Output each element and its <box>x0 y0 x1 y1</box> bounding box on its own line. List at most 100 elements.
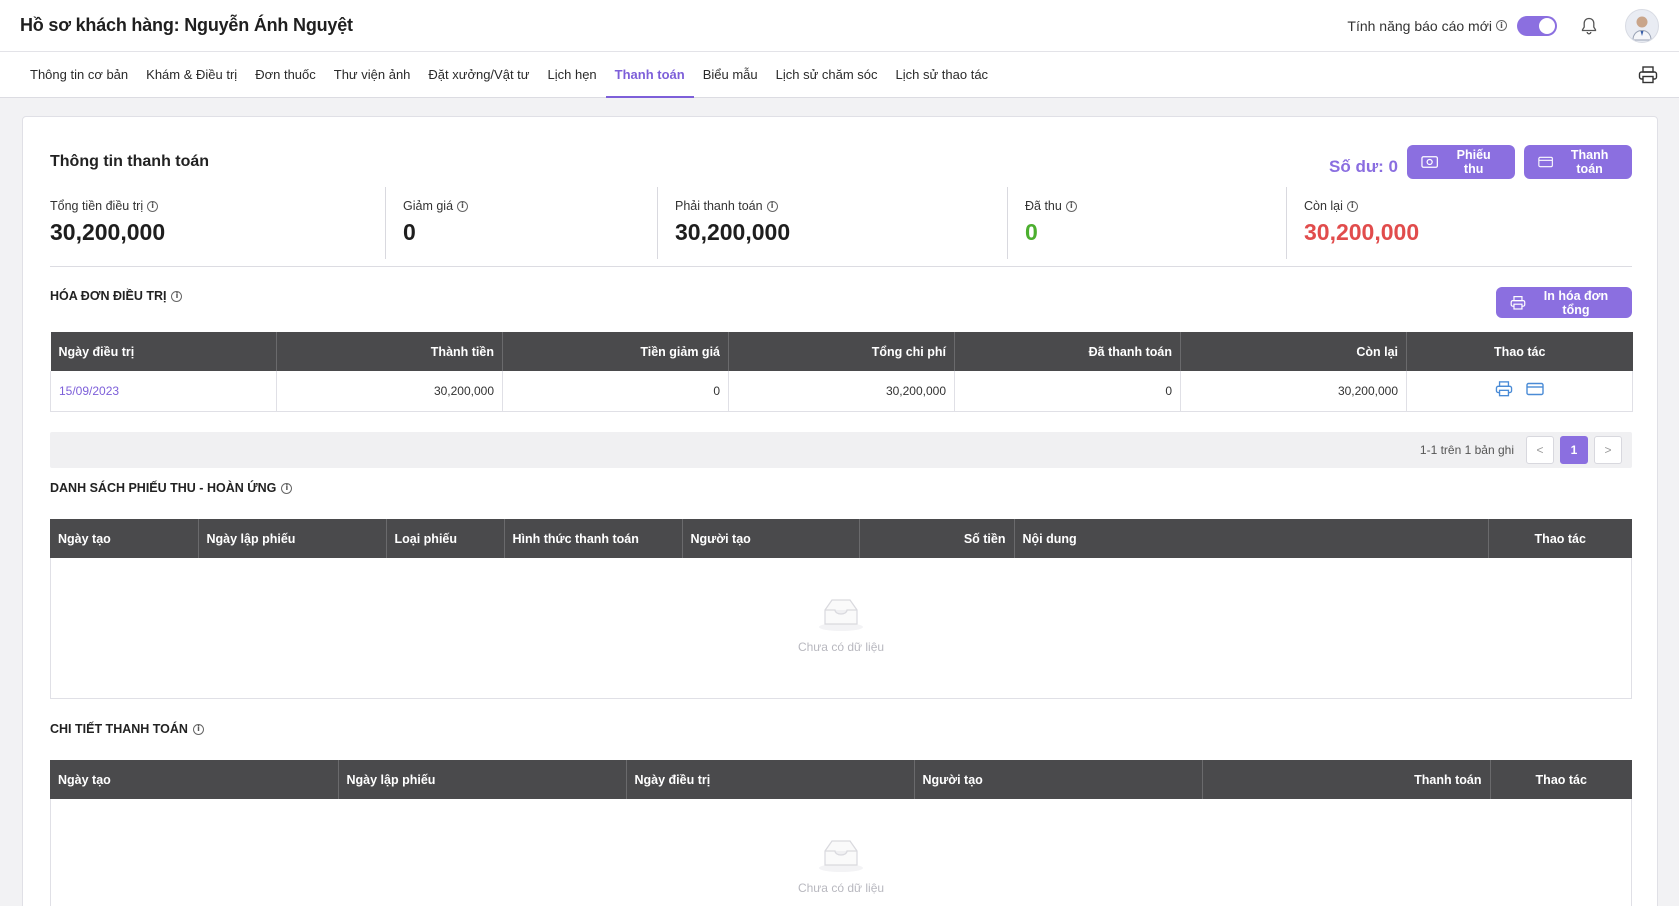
invoices-title: HÓA ĐƠN ĐIỀU TRỊ i <box>50 289 183 303</box>
details-empty-state: Chưa có dữ liệu <box>50 799 1632 906</box>
tab-label: Biểu mẫu <box>702 67 758 82</box>
tab-label: Lịch sử chăm sóc <box>775 67 878 82</box>
col-discount[interactable]: Tiền giảm giá <box>502 332 729 371</box>
receipts-title: DANH SÁCH PHIẾU THU - HOÀN ỨNG i <box>50 481 293 495</box>
next-page-button[interactable]: > <box>1594 436 1622 464</box>
col-content[interactable]: Nội dung <box>1014 519 1489 558</box>
col-receipt-date[interactable]: Ngày lập phiếu <box>198 519 387 558</box>
cell-remaining: 30,200,000 <box>1180 371 1407 412</box>
cell-date[interactable]: 15/09/2023 <box>50 371 277 412</box>
tab-payment[interactable]: Thanh toán <box>605 52 694 98</box>
avatar[interactable] <box>1625 8 1659 43</box>
info-icon: i <box>1065 200 1077 212</box>
col-total-cost[interactable]: Tổng chi phí <box>728 332 955 371</box>
stat-label-text: Phải thanh toán <box>675 199 763 213</box>
treatment-date-link[interactable]: 15/09/2023 <box>59 384 119 398</box>
stat-label-text: Tổng tiền điều trị <box>50 199 144 213</box>
tab-care-history[interactable]: Lịch sử chăm sóc <box>767 52 887 97</box>
payment-card: Thông tin thanh toán Số dư: 0 Phiếu thu … <box>22 116 1658 906</box>
col-remaining[interactable]: Còn lại <box>1180 332 1407 371</box>
empty-inbox-icon <box>819 840 863 872</box>
table-header-row: Ngày tạo Ngày lập phiếu Ngày điều trị Ng… <box>50 760 1632 799</box>
stat-value: 0 <box>1025 219 1038 245</box>
stat-label-text: Đã thu <box>1025 199 1062 213</box>
col-amount[interactable]: Thành tiền <box>276 332 503 371</box>
cell-discount: 0 <box>502 371 729 412</box>
tab-forms[interactable]: Biểu mẫu <box>694 52 767 97</box>
col-treatment-date[interactable]: Ngày điều trị <box>50 332 277 371</box>
col-amount[interactable]: Số tiền <box>859 519 1015 558</box>
col-payment-method[interactable]: Hình thức thanh toán <box>504 519 683 558</box>
divider <box>50 266 1632 267</box>
info-icon: i <box>766 200 778 212</box>
pagination: 1-1 trên 1 bản ghi < 1 > <box>50 432 1632 468</box>
top-bar: Hồ sơ khách hàng: Nguyễn Ánh Nguyệt Tính… <box>0 0 1679 52</box>
stat-must-pay: Phải thanh toán i 30,200,000 <box>657 187 1007 259</box>
tab-photo-library[interactable]: Thư viện ảnh <box>325 52 420 97</box>
pay-invoice-icon[interactable] <box>1526 382 1544 399</box>
tab-action-history[interactable]: Lịch sử thao tác <box>887 52 998 97</box>
col-payment[interactable]: Thanh toán <box>1202 760 1491 799</box>
col-created-date[interactable]: Ngày tạo <box>50 760 339 799</box>
invoices-title-text: HÓA ĐƠN ĐIỀU TRỊ <box>50 289 167 303</box>
col-created-date[interactable]: Ngày tạo <box>50 519 199 558</box>
stat-label: Phải thanh toán i <box>675 199 1007 213</box>
stat-label: Tổng tiền điều trị i <box>50 199 385 213</box>
receipts-table: Ngày tạo Ngày lập phiếu Loại phiếu Hình … <box>50 519 1632 558</box>
stat-label: Còn lại i <box>1304 199 1632 213</box>
details-title: CHI TIẾT THANH TOÁN i <box>50 722 204 736</box>
pay-button-label: Thanh toán <box>1570 148 1609 176</box>
info-icon: i <box>171 290 183 302</box>
details-table: Ngày tạo Ngày lập phiếu Ngày điều trị Ng… <box>50 760 1632 799</box>
empty-inbox-icon <box>819 599 863 631</box>
tab-bar: Thông tin cơ bản Khám & Điều trị Đơn thu… <box>0 52 1679 98</box>
prev-page-button[interactable]: < <box>1526 436 1554 464</box>
receipts-title-text: DANH SÁCH PHIẾU THU - HOÀN ỨNG <box>50 481 277 495</box>
cell-total: 30,200,000 <box>728 371 955 412</box>
tab-basic-info[interactable]: Thông tin cơ bản <box>21 52 137 97</box>
stat-discount: Giảm giá i 0 <box>385 187 657 259</box>
cell-amount: 30,200,000 <box>276 371 503 412</box>
tab-prescription[interactable]: Đơn thuốc <box>246 52 325 97</box>
col-creator[interactable]: Người tạo <box>914 760 1203 799</box>
pay-button[interactable]: Thanh toán <box>1524 145 1632 179</box>
col-actions: Thao tác <box>1488 519 1632 558</box>
tab-label: Thư viện ảnh <box>333 67 411 82</box>
tab-lab-materials[interactable]: Đặt xưởng/Vật tư <box>419 52 538 97</box>
info-icon: i <box>281 482 293 494</box>
pagination-summary: 1-1 trên 1 bản ghi <box>1419 443 1514 457</box>
col-receipt-date[interactable]: Ngày lập phiếu <box>338 760 627 799</box>
tab-label: Thông tin cơ bản <box>30 67 129 82</box>
topbar-right: Tính năng báo cáo mới i <box>1347 8 1659 43</box>
tab-appointments[interactable]: Lịch hẹn <box>539 52 606 97</box>
tab-exam-treatment[interactable]: Khám & Điều trị <box>137 52 246 97</box>
info-icon: i <box>1346 200 1358 212</box>
col-actions: Thao tác <box>1406 332 1633 371</box>
table-header-row: Ngày điều trị Thành tiền Tiền giảm giá T… <box>50 332 1633 371</box>
col-creator[interactable]: Người tạo <box>682 519 860 558</box>
printer-icon[interactable] <box>1637 64 1659 86</box>
cell-paid: 0 <box>954 371 1181 412</box>
receipt-button[interactable]: Phiếu thu <box>1407 145 1515 179</box>
print-total-invoice-button[interactable]: In hóa đơn tổng <box>1496 287 1632 318</box>
col-treatment-date[interactable]: Ngày điều trị <box>626 760 915 799</box>
print-total-label: In hóa đơn tổng <box>1543 288 1609 317</box>
table-header-row: Ngày tạo Ngày lập phiếu Loại phiếu Hình … <box>50 519 1632 558</box>
col-receipt-type[interactable]: Loại phiếu <box>386 519 505 558</box>
invoices-table: Ngày điều trị Thành tiền Tiền giảm giá T… <box>50 332 1633 412</box>
feature-toggle-label: Tính năng báo cáo mới i <box>1347 18 1507 34</box>
page-title: Hồ sơ khách hàng: Nguyễn Ánh Nguyệt <box>20 15 353 35</box>
tab-label: Đặt xưởng/Vật tư <box>428 67 530 82</box>
feature-label-text: Tính năng báo cáo mới <box>1347 17 1492 34</box>
stat-label: Giảm giá i <box>403 199 657 213</box>
receipt-button-label: Phiếu thu <box>1456 148 1491 176</box>
payment-title: Thông tin thanh toán <box>50 153 210 170</box>
page-1-button[interactable]: 1 <box>1560 436 1588 464</box>
stat-remaining: Còn lại i 30,200,000 <box>1286 187 1632 259</box>
col-actions: Thao tác <box>1490 760 1632 799</box>
print-invoice-icon[interactable] <box>1495 381 1513 400</box>
bell-icon[interactable] <box>1579 16 1599 36</box>
details-title-text: CHI TIẾT THANH TOÁN <box>50 722 188 736</box>
new-report-toggle[interactable] <box>1517 15 1557 36</box>
col-paid[interactable]: Đã thanh toán <box>954 332 1181 371</box>
